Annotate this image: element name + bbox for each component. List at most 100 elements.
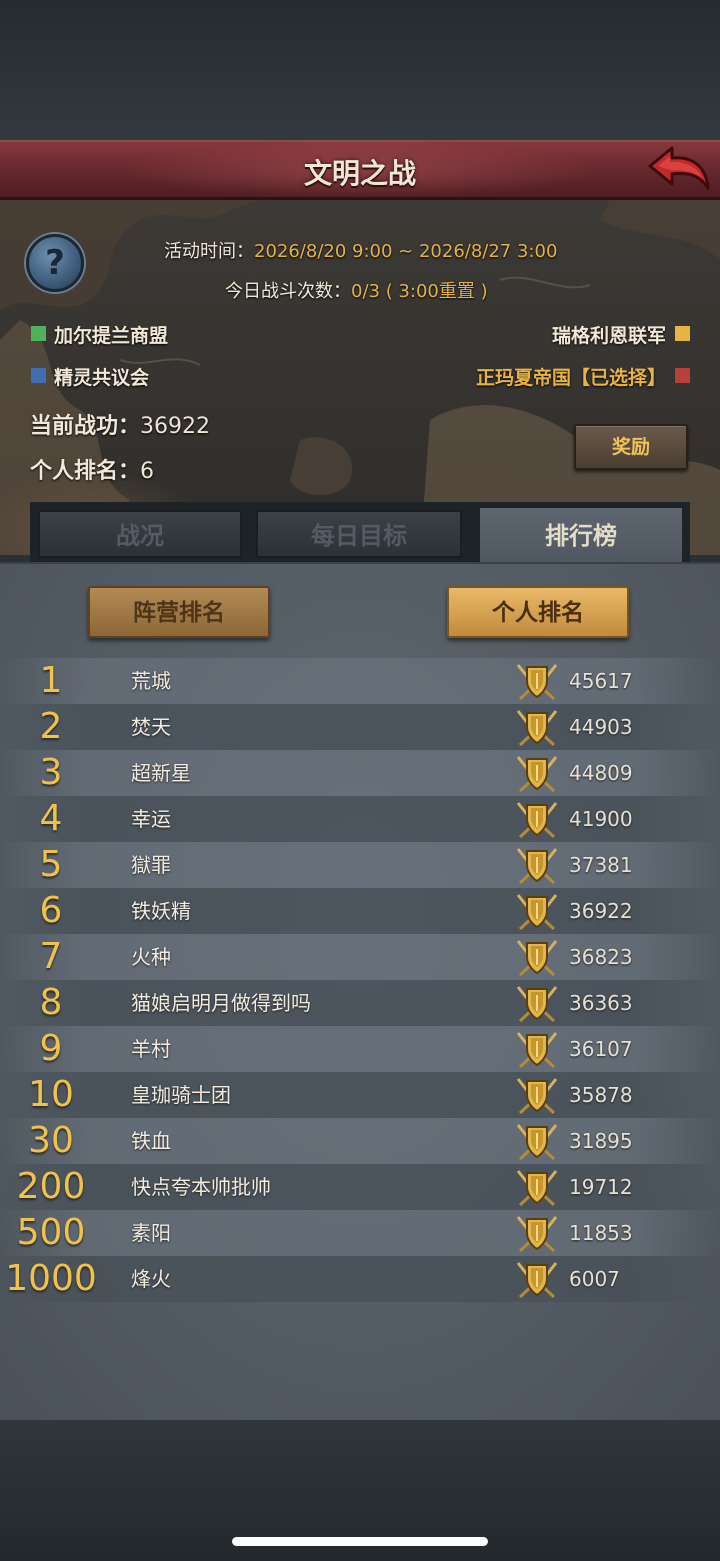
merit-score: 36363 bbox=[569, 991, 633, 1015]
shield-swords-badge-icon bbox=[515, 1165, 559, 1209]
ranking-row: 6 铁妖精 36922 bbox=[0, 888, 720, 934]
rank-number: 4 bbox=[39, 798, 63, 839]
rank-number: 5 bbox=[39, 844, 63, 885]
ranking-row: 1 荒城 45617 bbox=[0, 658, 720, 704]
shield-swords-badge-icon bbox=[515, 935, 559, 979]
reward-button[interactable]: 奖励 bbox=[574, 424, 688, 470]
rank-number: 8 bbox=[39, 982, 63, 1023]
ranking-row: 10 皇珈骑士团 35878 bbox=[0, 1072, 720, 1118]
merit-value: 36922 bbox=[140, 414, 211, 439]
back-arrow-icon bbox=[648, 146, 710, 190]
tab-leaderboard[interactable]: 排行榜 bbox=[480, 508, 682, 564]
player-name: 火种 bbox=[131, 945, 171, 969]
merit-score: 6007 bbox=[569, 1267, 620, 1291]
shield-swords-badge-icon bbox=[515, 1257, 559, 1301]
rank-number: 1000 bbox=[5, 1258, 97, 1299]
personal-rank: 个人排名：6 bbox=[30, 453, 154, 485]
camp-ranking-button[interactable]: 阵营排名 bbox=[88, 586, 270, 638]
shield-swords-badge-icon bbox=[515, 981, 559, 1025]
daily-battles: 今日战斗次数：0/3 ( 3:00重置 ) bbox=[225, 277, 488, 303]
merit-score: 41900 bbox=[569, 807, 633, 831]
rank-number: 30 bbox=[28, 1120, 74, 1161]
ranking-row: 4 幸运 41900 bbox=[0, 796, 720, 842]
faction-right-2-selected: 正玛夏帝国【已选择】 bbox=[475, 367, 666, 389]
event-time: 活动时间：2026/8/20 9:00 ~ 2026/8/27 3:00 bbox=[164, 237, 557, 263]
shield-swords-badge-icon bbox=[515, 797, 559, 841]
player-name: 焚天 bbox=[131, 715, 171, 739]
player-name: 荒城 bbox=[131, 669, 171, 693]
rank-number: 200 bbox=[16, 1166, 86, 1207]
faction-left-1: 加尔提兰商盟 bbox=[54, 325, 169, 347]
player-name: 獄罪 bbox=[131, 853, 171, 877]
rank-number: 500 bbox=[16, 1212, 86, 1253]
back-button[interactable] bbox=[646, 144, 712, 194]
tab-battle-status[interactable]: 战况 bbox=[38, 510, 242, 558]
merit-score: 44809 bbox=[569, 761, 633, 785]
rank-number: 1 bbox=[39, 660, 63, 701]
current-merit: 当前战功：36922 bbox=[30, 408, 210, 440]
shield-swords-badge-icon bbox=[515, 659, 559, 703]
rank-number: 7 bbox=[39, 936, 63, 977]
player-name: 快点夸本帅批帅 bbox=[131, 1175, 271, 1199]
ranking-row: 30 铁血 31895 bbox=[0, 1118, 720, 1164]
faction-right-1: 瑞格利恩联军 bbox=[551, 325, 666, 347]
ranking-row: 2 焚天 44903 bbox=[0, 704, 720, 750]
shield-swords-badge-icon bbox=[515, 1027, 559, 1071]
shield-swords-badge-icon bbox=[515, 843, 559, 887]
rank-number: 2 bbox=[39, 706, 63, 747]
player-name: 皇珈骑士团 bbox=[131, 1083, 231, 1107]
player-name: 羊村 bbox=[131, 1037, 171, 1061]
merit-score: 37381 bbox=[569, 853, 633, 877]
shield-swords-badge-icon bbox=[515, 1211, 559, 1255]
faction-color-blue bbox=[31, 368, 46, 383]
player-name: 幸运 bbox=[131, 807, 171, 831]
ranking-row: 3 超新星 44809 bbox=[0, 750, 720, 796]
player-name: 铁妖精 bbox=[131, 899, 191, 923]
merit-score: 36823 bbox=[569, 945, 633, 969]
merit-score: 36922 bbox=[569, 899, 633, 923]
shield-swords-badge-icon bbox=[515, 705, 559, 749]
faction-color-green bbox=[31, 326, 46, 341]
player-name: 铁血 bbox=[131, 1129, 171, 1153]
ranking-row: 5 獄罪 37381 bbox=[0, 842, 720, 888]
shield-swords-badge-icon bbox=[515, 1073, 559, 1117]
daily-battles-value: 0/3 ( 3:00重置 ) bbox=[351, 281, 488, 302]
rank-number: 10 bbox=[28, 1074, 74, 1115]
status-area bbox=[0, 0, 720, 140]
merit-score: 31895 bbox=[569, 1129, 633, 1153]
merit-label: 当前战功： bbox=[30, 414, 141, 439]
personal-ranking-button[interactable]: 个人排名 bbox=[447, 586, 629, 638]
rank-number: 9 bbox=[39, 1028, 63, 1069]
page-title: 文明之战 bbox=[303, 157, 416, 190]
tab-daily-goals[interactable]: 每日目标 bbox=[256, 510, 462, 558]
faction-left-2: 精灵共议会 bbox=[54, 367, 150, 389]
ranking-row: 500 素阳 11853 bbox=[0, 1210, 720, 1256]
shield-swords-badge-icon bbox=[515, 1119, 559, 1163]
merit-score: 44903 bbox=[569, 715, 633, 739]
merit-score: 35878 bbox=[569, 1083, 633, 1107]
faction-color-red bbox=[675, 368, 690, 383]
merit-score: 45617 bbox=[569, 669, 633, 693]
personal-rank-value: 6 bbox=[140, 459, 155, 484]
shield-swords-badge-icon bbox=[515, 889, 559, 933]
personal-rank-label: 个人排名： bbox=[30, 459, 141, 484]
faction-color-yellow bbox=[675, 326, 690, 341]
ranking-row: 200 快点夸本帅批帅 19712 bbox=[0, 1164, 720, 1210]
event-time-label: 活动时间： bbox=[164, 241, 254, 262]
ranking-row: 1000 烽火 6007 bbox=[0, 1256, 720, 1302]
ranking-row: 8 猫娘启明月做得到吗 36363 bbox=[0, 980, 720, 1026]
help-question-icon[interactable]: ? bbox=[26, 234, 84, 292]
home-indicator[interactable] bbox=[232, 1537, 488, 1546]
shield-swords-badge-icon bbox=[515, 751, 559, 795]
merit-score: 11853 bbox=[569, 1221, 633, 1245]
merit-score: 19712 bbox=[569, 1175, 633, 1199]
player-name: 超新星 bbox=[131, 761, 191, 785]
ranking-row: 7 火种 36823 bbox=[0, 934, 720, 980]
rank-number: 3 bbox=[39, 752, 63, 793]
player-name: 烽火 bbox=[131, 1267, 171, 1291]
merit-score: 36107 bbox=[569, 1037, 633, 1061]
event-time-value: 2026/8/20 9:00 ~ 2026/8/27 3:00 bbox=[254, 241, 558, 262]
ranking-row: 9 羊村 36107 bbox=[0, 1026, 720, 1072]
rank-number: 6 bbox=[39, 890, 63, 931]
daily-battles-label: 今日战斗次数： bbox=[225, 281, 351, 302]
